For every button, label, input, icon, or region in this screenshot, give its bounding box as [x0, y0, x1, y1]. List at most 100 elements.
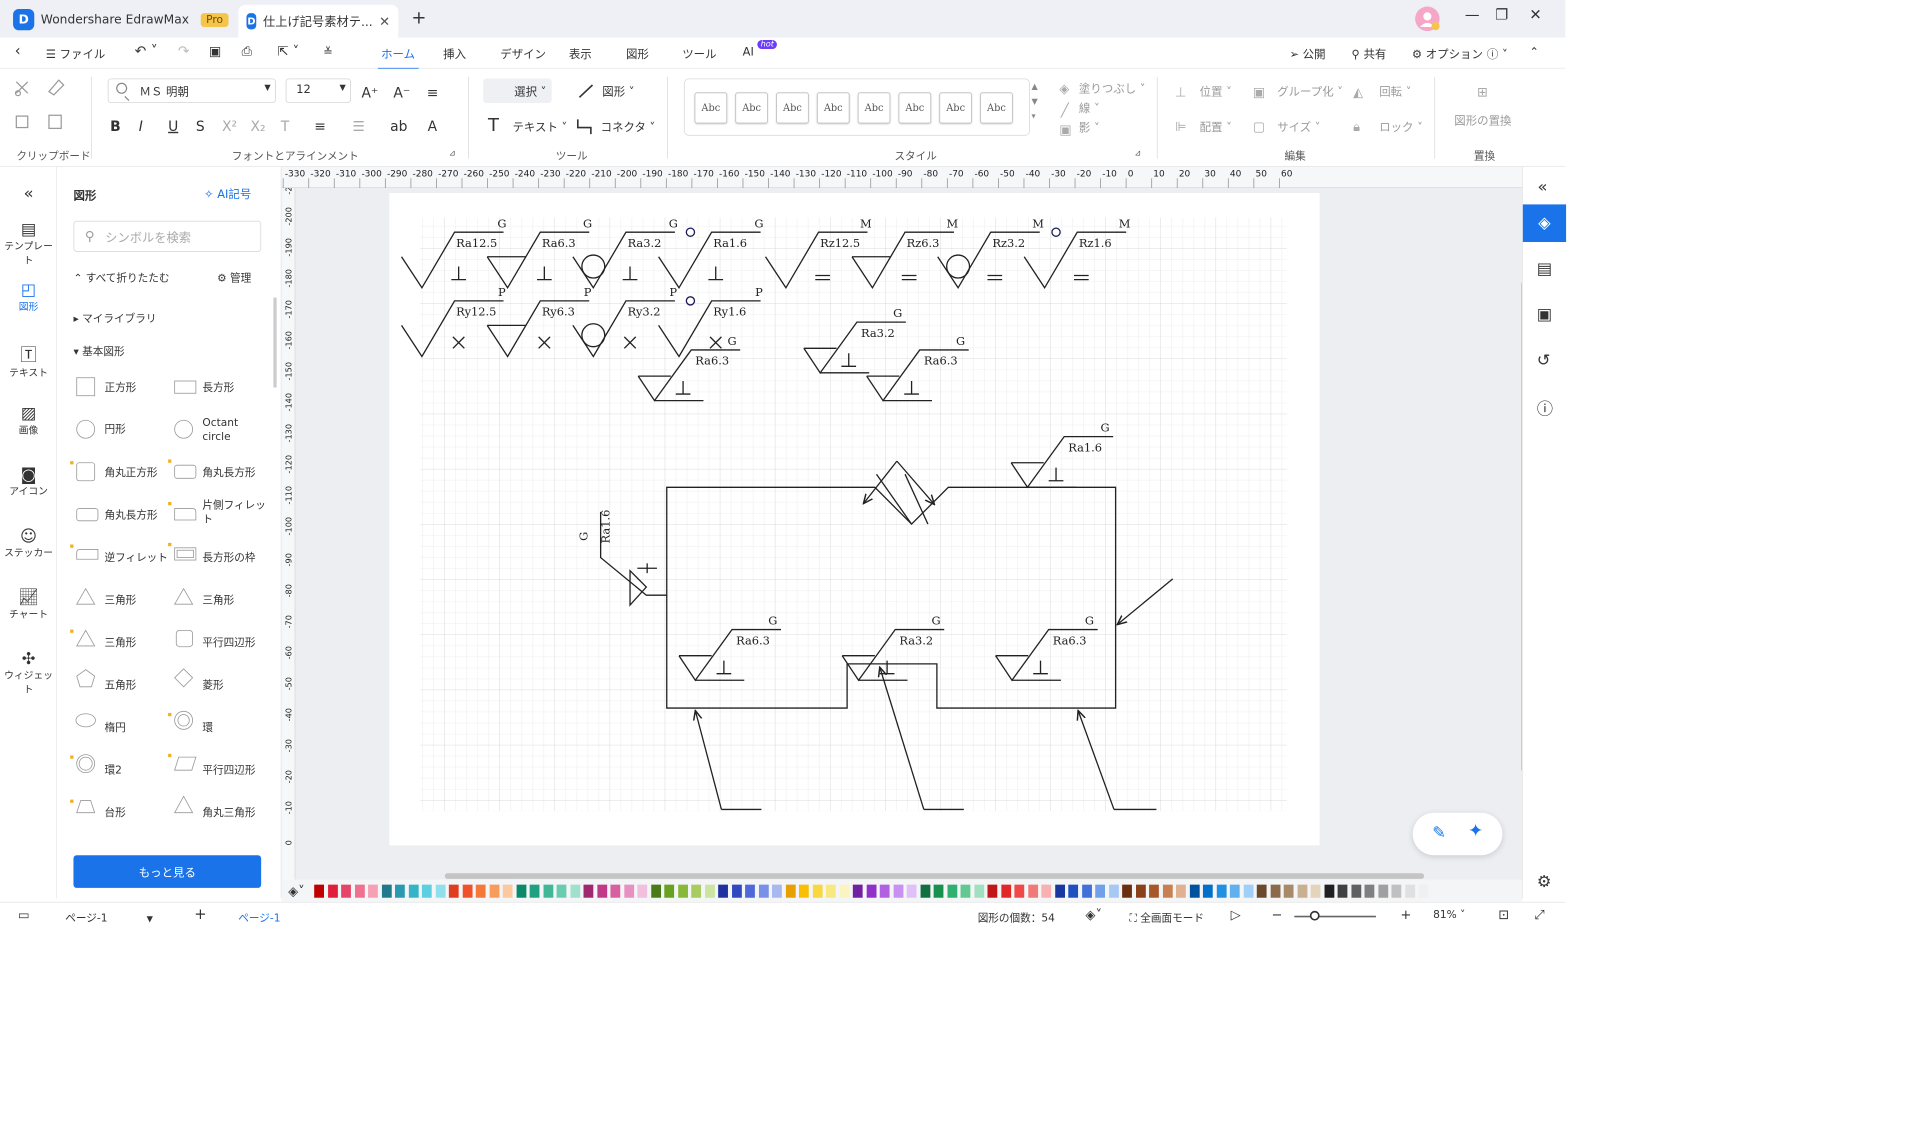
color-swatch[interactable]	[394, 884, 405, 898]
more-icon[interactable]: ≚	[323, 46, 333, 59]
color-swatch[interactable]	[1176, 884, 1186, 898]
fullscreen-icon[interactable]: ⤢	[1534, 907, 1544, 923]
font-dropdown-icon[interactable]: ▼	[264, 83, 270, 92]
export-icon[interactable]: ⇱ ˅	[277, 43, 299, 59]
color-swatch[interactable]	[1324, 884, 1334, 898]
app-tab[interactable]: D Wondershare EdrawMax Pro	[13, 7, 229, 32]
font-dialog-icon[interactable]: ⊿	[449, 149, 456, 158]
nav-templates[interactable]: ▤ テンプレート	[0, 219, 57, 266]
canvas-area[interactable]: -330 -320 -310 -300 -290 -280 -270 -260 -250 -240…	[281, 166, 1523, 880]
color-swatch[interactable]	[1135, 884, 1146, 898]
color-swatch[interactable]	[1202, 884, 1213, 898]
color-swatch[interactable]	[879, 884, 890, 898]
shape-item[interactable]: 片側フィレット	[202, 499, 267, 527]
zoom-slider-thumb[interactable]	[1309, 910, 1320, 921]
print-icon[interactable]: ⎙	[242, 43, 252, 59]
page-select[interactable]: ページ-1 ▼	[65, 909, 153, 924]
drawing-page[interactable]: G Ra12.5 G Ra6.3 G Ra3.2 G Ra1.6 M Rz12.5 M Rz6.3 M R…	[389, 192, 1320, 846]
tab-tools[interactable]: ツール	[682, 46, 716, 62]
page-panel-icon[interactable]: ▤	[1537, 258, 1552, 278]
presentation-icon[interactable]: ▣	[1537, 304, 1552, 324]
color-swatch[interactable]	[1216, 884, 1227, 898]
fullscreen-button[interactable]: ⛶ 全画面モード	[1129, 909, 1203, 924]
color-swatch[interactable]	[825, 884, 836, 898]
style-swatch[interactable]: Abc	[939, 92, 972, 124]
nav-shapes[interactable]: ◰ 図形	[0, 280, 57, 314]
nav-charts[interactable]: 📈︎ チャート	[0, 587, 57, 621]
color-swatch[interactable]	[852, 884, 863, 898]
shape-item[interactable]: 楕円	[104, 721, 125, 735]
close-tab-icon[interactable]: ✕	[379, 13, 390, 29]
color-swatch[interactable]	[408, 884, 419, 898]
panel-scrollbar[interactable]	[273, 297, 277, 388]
avatar[interactable]	[1413, 5, 1442, 33]
options-button[interactable]: ⚙ オプション	[1412, 46, 1483, 62]
save-icon[interactable]: ▣	[209, 43, 221, 59]
tab-design[interactable]: デザイン	[500, 46, 546, 62]
color-swatch[interactable]	[1108, 884, 1119, 898]
color-swatch[interactable]	[1283, 884, 1294, 898]
position-button[interactable]: 位置 ˅	[1200, 83, 1232, 99]
zoom-in-icon[interactable]: +	[1400, 907, 1411, 923]
color-swatch[interactable]	[502, 884, 513, 898]
shape-item[interactable]: 三角形	[202, 594, 234, 608]
color-swatch[interactable]	[637, 884, 648, 898]
shape-item[interactable]: 角丸正方形	[104, 466, 157, 480]
color-swatch[interactable]	[866, 884, 877, 898]
document-tab[interactable]: D 仕上げ記号素材テ... ✕	[238, 4, 399, 38]
color-swatch[interactable]	[314, 884, 324, 898]
shape-item[interactable]: 平行四辺形	[202, 764, 255, 778]
color-swatch[interactable]	[785, 884, 796, 898]
color-swatch[interactable]	[354, 884, 365, 898]
horizontal-scrollbar[interactable]	[444, 873, 1425, 879]
zoom-level[interactable]: 81% ˅	[1433, 909, 1465, 921]
nav-widgets[interactable]: ✣ ウィジェット	[0, 648, 57, 695]
color-swatch[interactable]	[691, 884, 702, 898]
restore-icon[interactable]: ❐	[1495, 7, 1508, 24]
tab-shape[interactable]: 図形	[626, 46, 649, 62]
fill-bucket-icon[interactable]: ◈˅	[288, 883, 305, 899]
share-button[interactable]: ⚲ 共有	[1351, 46, 1386, 62]
color-swatch[interactable]	[516, 884, 526, 898]
collapse-ribbon-icon[interactable]: ⌃	[1529, 46, 1539, 59]
color-swatch[interactable]	[1256, 884, 1267, 898]
zoom-out-icon[interactable]: −	[1271, 907, 1282, 923]
color-swatch[interactable]	[704, 884, 715, 898]
color-swatch[interactable]	[1081, 884, 1092, 898]
color-swatch[interactable]	[583, 884, 594, 898]
color-swatch[interactable]	[718, 884, 728, 898]
color-swatch[interactable]	[1189, 884, 1200, 898]
replace-shape-button[interactable]: 図形の置換	[1454, 112, 1511, 128]
shape-item[interactable]: 五角形	[104, 679, 136, 693]
style-swatch[interactable]: Abc	[898, 92, 932, 124]
align-button[interactable]: 配置 ˅	[1200, 119, 1232, 135]
fill-button[interactable]: 塗りつぶし ˅	[1079, 80, 1146, 96]
shape-item[interactable]: 角丸三角形	[202, 806, 255, 820]
nav-text[interactable]: 🅃︎ テキスト	[0, 342, 57, 380]
color-swatch[interactable]	[933, 884, 944, 898]
shape-item[interactable]: 正方形	[104, 381, 136, 395]
color-swatch[interactable]	[327, 884, 338, 898]
color-swatch[interactable]	[1364, 884, 1375, 898]
color-swatch[interactable]	[623, 884, 634, 898]
color-swatch[interactable]	[381, 884, 392, 898]
color-swatch[interactable]	[475, 884, 486, 898]
color-swatch[interactable]	[1243, 884, 1254, 898]
zoom-slider[interactable]	[1294, 915, 1376, 918]
color-swatch[interactable]	[758, 884, 769, 898]
shape-item[interactable]: 環2	[104, 764, 121, 778]
shape-item[interactable]: 菱形	[202, 679, 223, 693]
tab-insert[interactable]: 挿入	[443, 46, 466, 62]
color-swatch[interactable]	[341, 884, 351, 898]
page-tab[interactable]: ページ-1	[238, 909, 280, 924]
back-icon[interactable]: ‹	[15, 43, 21, 60]
shape-item[interactable]: 三角形	[104, 594, 136, 608]
help-panel-icon[interactable]: ⓘ	[1537, 396, 1553, 420]
style-swatch[interactable]: Abc	[980, 92, 1013, 124]
color-swatch[interactable]	[664, 884, 675, 898]
help-icon[interactable]: ⓘ ˅	[1487, 46, 1508, 62]
color-swatch[interactable]	[839, 884, 850, 898]
color-swatch[interactable]	[1297, 884, 1307, 898]
color-swatch[interactable]	[489, 884, 500, 898]
shape-item[interactable]: 角丸長方形	[202, 466, 255, 480]
